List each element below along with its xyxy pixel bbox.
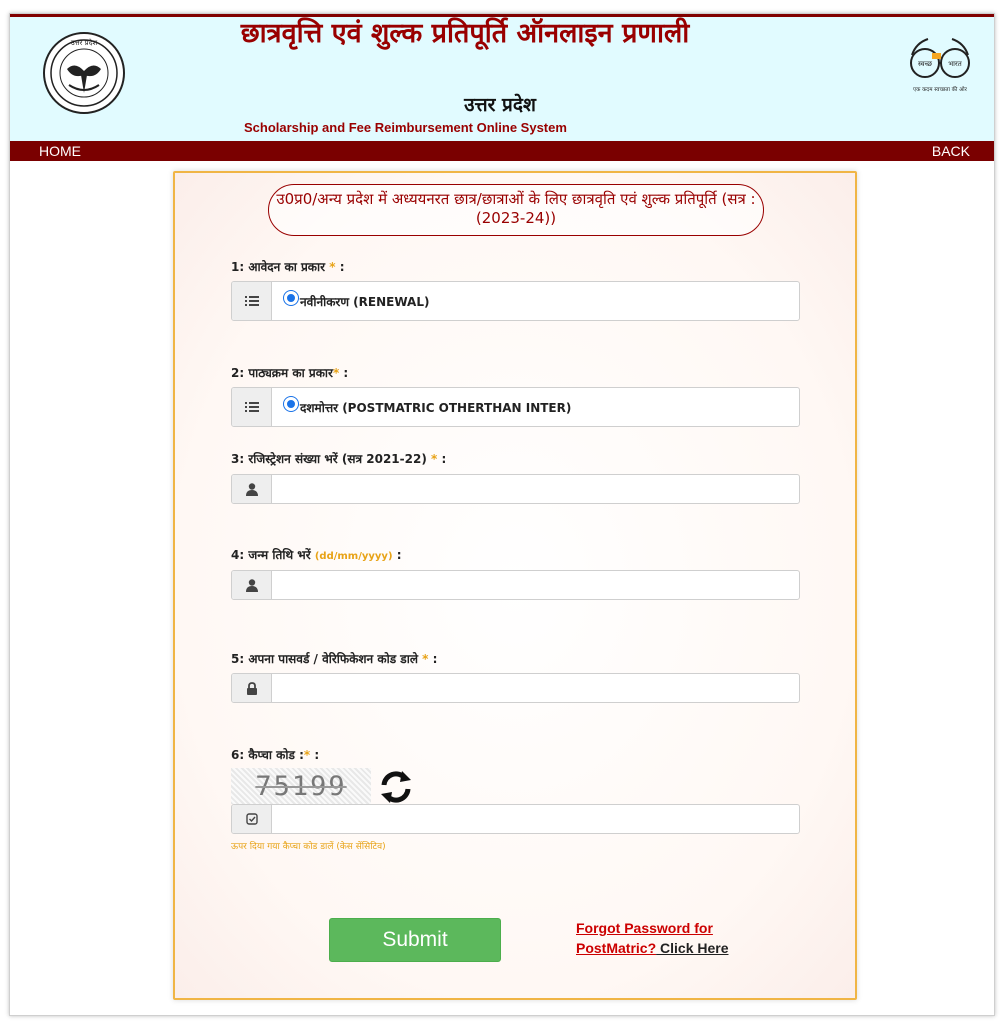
dob-label-text: 4: जन्म तिथि भरें bbox=[231, 548, 311, 562]
label-colon: : bbox=[314, 748, 320, 762]
password-label: 5: अपना पासवर्ड / वेरिफिकेशन कोड डाले * … bbox=[231, 650, 437, 667]
dob-format-hint: (dd/mm/yyyy) bbox=[314, 551, 393, 562]
site-header: उत्तर प्रदेश छात्रवृत्ति एवं शुल्क प्रति… bbox=[10, 17, 994, 141]
form-title: उ0प्र0/अन्य प्रदेश में अध्ययनरत छात्र/छा… bbox=[268, 184, 764, 236]
list-icon bbox=[232, 388, 272, 426]
swachh-tagline: एक कदम स्वच्छता की ओर bbox=[913, 86, 968, 93]
password-field bbox=[231, 673, 800, 703]
refresh-captcha-icon[interactable] bbox=[378, 769, 414, 805]
required-mark: * bbox=[422, 652, 429, 666]
submit-button[interactable]: Submit bbox=[329, 918, 501, 962]
dob-input[interactable] bbox=[284, 571, 799, 599]
up-seal-logo: उत्तर प्रदेश bbox=[43, 32, 125, 114]
required-mark: * bbox=[303, 748, 311, 762]
state-name: उत्तर प्रदेश bbox=[464, 94, 536, 116]
course-type-label-text: 2: पाठ्यक्रम का प्रकार bbox=[231, 366, 333, 380]
swachh-bharat-logo: स्वच्छ भारत एक कदम स्वच्छता की ओर bbox=[910, 38, 970, 93]
registration-number-input[interactable] bbox=[284, 475, 799, 503]
required-mark: * bbox=[329, 260, 336, 274]
captcha-label: 6: कैप्चा कोड :* : bbox=[231, 746, 319, 763]
password-label-text: 5: अपना पासवर्ड / वेरिफिकेशन कोड डाले bbox=[231, 652, 418, 666]
dob-field bbox=[231, 570, 800, 600]
label-colon: : bbox=[396, 548, 402, 562]
login-form-card: उ0प्र0/अन्य प्रदेश में अध्ययनरत छात्र/छा… bbox=[173, 171, 857, 1000]
captcha-input[interactable] bbox=[284, 805, 799, 833]
user-icon bbox=[232, 571, 272, 599]
captcha-label-text: 6: कैप्चा कोड : bbox=[231, 748, 304, 762]
list-icon bbox=[232, 282, 272, 320]
captcha-hint: ऊपर दिया गया कैप्चा कोड डालें (केस सेंसि… bbox=[231, 842, 386, 852]
course-type-label: 2: पाठ्यक्रम का प्रकार* : bbox=[231, 364, 348, 381]
label-colon: : bbox=[432, 652, 438, 666]
site-title-hindi: छात्रवृत्ति एवं शुल्क प्रतिपूर्ति ऑनलाइन… bbox=[240, 18, 690, 49]
course-type-option[interactable]: दशमोत्तर (POSTMATRIC OTHERTHAN INTER) bbox=[272, 388, 799, 426]
required-mark: * bbox=[431, 452, 438, 466]
registration-field bbox=[231, 474, 800, 504]
forgot-password-link[interactable]: Forgot Password for PostMatric? Click He… bbox=[576, 918, 776, 958]
label-colon: : bbox=[441, 452, 447, 466]
application-type-label-text: 1: आवेदन का प्रकार bbox=[231, 260, 326, 274]
postmatric-radio[interactable] bbox=[284, 397, 298, 411]
postmatric-radio-label: दशमोत्तर (POSTMATRIC OTHERTHAN INTER) bbox=[300, 400, 572, 415]
forgot-password-postmatric[interactable]: PostMatric? bbox=[576, 940, 656, 956]
site-title-english: Scholarship and Fee Reimbursement Online… bbox=[244, 120, 567, 135]
registration-label: 3: रजिस्ट्रेशन संख्या भरें (सत्र 2021-22… bbox=[231, 450, 446, 467]
check-square-icon bbox=[232, 805, 272, 833]
back-link[interactable]: BACK bbox=[932, 143, 970, 159]
password-input[interactable] bbox=[284, 674, 799, 702]
application-type-option[interactable]: नवीनीकरण (RENEWAL) bbox=[272, 282, 799, 320]
course-type-field[interactable]: दशमोत्तर (POSTMATRIC OTHERTHAN INTER) bbox=[231, 387, 800, 427]
captcha-image: 75199 bbox=[231, 768, 371, 804]
required-mark: * bbox=[332, 366, 340, 380]
label-colon: : bbox=[343, 366, 349, 380]
renewal-radio-label: नवीनीकरण (RENEWAL) bbox=[300, 294, 430, 309]
page-frame: उत्तर प्रदेश छात्रवृत्ति एवं शुल्क प्रति… bbox=[9, 13, 995, 1016]
dob-label: 4: जन्म तिथि भरें (dd/mm/yyyy) : bbox=[231, 546, 402, 563]
bharat-text: भारत bbox=[948, 60, 963, 68]
registration-label-text: 3: रजिस्ट्रेशन संख्या भरें (सत्र 2021-22… bbox=[231, 452, 427, 466]
lock-icon bbox=[232, 674, 272, 702]
click-here-link[interactable]: Click Here bbox=[656, 940, 729, 956]
renewal-radio[interactable] bbox=[284, 291, 298, 305]
home-link[interactable]: HOME bbox=[39, 143, 81, 159]
captcha-field bbox=[231, 804, 800, 834]
swachh-text: स्वच्छ bbox=[918, 60, 933, 68]
user-icon bbox=[232, 475, 272, 503]
label-colon: : bbox=[339, 260, 345, 274]
captcha-text: 75199 bbox=[255, 770, 347, 802]
seal-text: उत्तर प्रदेश bbox=[71, 38, 97, 47]
application-type-label: 1: आवेदन का प्रकार * : bbox=[231, 258, 345, 275]
application-type-field[interactable]: नवीनीकरण (RENEWAL) bbox=[231, 281, 800, 321]
top-navbar: HOME BACK bbox=[10, 141, 994, 161]
forgot-password-line1[interactable]: Forgot Password for bbox=[576, 920, 713, 936]
